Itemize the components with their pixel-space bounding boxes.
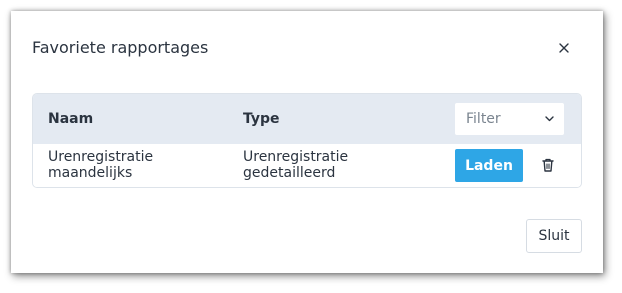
report-name: Urenregistratie maandelijks — [48, 149, 154, 181]
trash-icon[interactable] — [541, 157, 555, 173]
close-button[interactable]: Sluit — [526, 219, 582, 253]
column-header-type[interactable]: Type — [243, 111, 280, 127]
close-icon-button[interactable] — [554, 38, 574, 58]
close-icon — [559, 43, 569, 53]
column-header-name[interactable]: Naam — [48, 111, 93, 127]
filter-select[interactable]: Filter — [455, 103, 564, 135]
dialog-title: Favoriete rapportages — [32, 38, 209, 57]
favorite-reports-dialog: Favoriete rapportages Naam Type Filter U… — [11, 11, 603, 273]
chevron-down-icon — [545, 116, 554, 122]
reports-table: Naam Type Filter Urenregistratie maandel… — [32, 93, 582, 188]
table-row: Urenregistratie maandelijks Urenregistra… — [33, 144, 581, 187]
load-button[interactable]: Laden — [455, 149, 523, 182]
table-header: Naam Type Filter — [33, 94, 581, 144]
filter-placeholder: Filter — [466, 111, 501, 127]
report-type: Urenregistratie gedetailleerd — [243, 149, 349, 181]
